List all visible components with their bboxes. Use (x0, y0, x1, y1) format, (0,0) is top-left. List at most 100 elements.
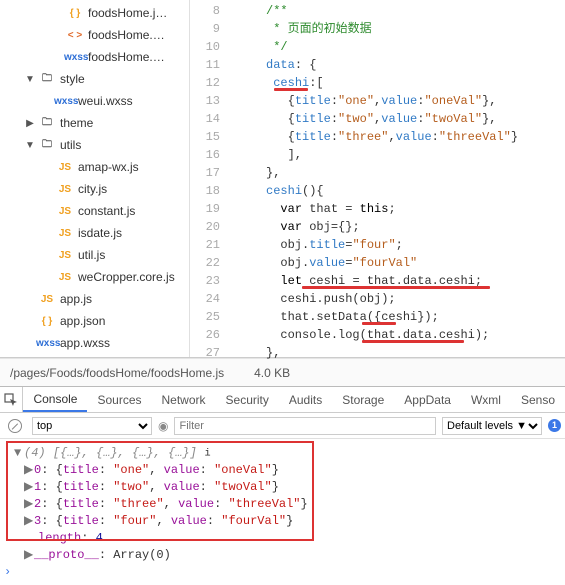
file-name: constant.js (78, 204, 135, 218)
context-select[interactable]: top (32, 417, 152, 435)
console-proto[interactable]: ▶__proto__: Array(0) (14, 547, 561, 564)
file-tree-item[interactable]: { }foodsHome.j… (0, 2, 189, 24)
file-tree-item[interactable]: JSweCropper.core.js (0, 266, 189, 288)
console-array-item[interactable]: ▶3: {title: "four", value: "fourVal"} (14, 513, 561, 530)
file-icon: 🗀 (36, 137, 58, 154)
log-level-select[interactable]: Default levels ▼ (442, 417, 542, 435)
file-tree-item[interactable]: ▼🗀style (0, 68, 189, 90)
file-name: app.json (60, 314, 105, 328)
file-path: /pages/Foods/foodsHome/foodsHome.js (10, 366, 224, 380)
eye-icon[interactable]: ◉ (158, 419, 168, 433)
file-tree-item[interactable]: JSapp.js (0, 288, 189, 310)
file-name: foodsHome.… (88, 50, 165, 64)
code-line[interactable]: {title:"three",value:"threeVal"} (230, 128, 565, 146)
red-underline (362, 340, 464, 343)
file-tree-item[interactable]: JScity.js (0, 178, 189, 200)
code-line[interactable]: }, (230, 164, 565, 182)
file-name: amap-wx.js (78, 160, 139, 174)
code-area[interactable]: /** * 页面的初始数据 */ data: { ceshi:[ {title:… (230, 0, 565, 357)
file-icon: wxss (36, 338, 58, 349)
code-line[interactable]: */ (230, 38, 565, 56)
code-line[interactable]: obj.title="four"; (230, 236, 565, 254)
file-icon: JS (54, 184, 76, 195)
red-underline (274, 88, 308, 91)
file-icon: 🗀 (36, 115, 58, 132)
code-line[interactable]: obj.value="fourVal" (230, 254, 565, 272)
file-tree-item[interactable]: { }project.config.json (0, 354, 189, 357)
line-gutter: 89101112131415161718192021222324252627 (190, 0, 230, 357)
code-line[interactable]: that.setData({ceshi}); (230, 308, 565, 326)
code-editor[interactable]: 89101112131415161718192021222324252627 /… (190, 0, 565, 357)
code-line[interactable]: ], (230, 146, 565, 164)
file-name: foodsHome.… (88, 28, 165, 42)
file-tree-item[interactable]: ▼🗀utils (0, 134, 189, 156)
clear-console-icon[interactable] (8, 419, 22, 433)
code-line[interactable]: {title:"two",value:"twoVal"}, (230, 110, 565, 128)
code-line[interactable]: }, (230, 344, 565, 362)
code-line[interactable]: /** (230, 2, 565, 20)
info-icon: i (205, 446, 211, 460)
devtools-tabs: ConsoleSourcesNetworkSecurityAuditsStora… (0, 387, 565, 413)
file-tree-item[interactable]: wxssweui.wxss (0, 90, 189, 112)
file-icon: JS (54, 250, 76, 261)
code-line[interactable]: var obj={}; (230, 218, 565, 236)
file-name: app.js (60, 292, 92, 306)
file-name: isdate.js (78, 226, 122, 240)
file-name: theme (60, 116, 93, 130)
code-line[interactable]: data: { (230, 56, 565, 74)
code-line[interactable]: ceshi.push(obj); (230, 290, 565, 308)
devtools-tab-network[interactable]: Network (152, 387, 216, 412)
red-underline (362, 322, 396, 325)
file-explorer[interactable]: { }foodsHome.j…< >foodsHome.…wxssfoodsHo… (0, 0, 190, 357)
file-icon: JS (36, 294, 58, 305)
inspect-icon[interactable] (0, 387, 23, 412)
devtools-tab-sources[interactable]: Sources (87, 387, 151, 412)
console-output[interactable]: ▼(4) [{…}, {…}, {…}, {…}] i ▶0: {title: … (0, 439, 565, 585)
file-name: foodsHome.j… (88, 6, 167, 20)
devtools-tab-wxml[interactable]: Wxml (461, 387, 511, 412)
file-size: 4.0 KB (254, 366, 290, 380)
file-icon: JS (54, 228, 76, 239)
console-array-item[interactable]: ▶1: {title: "two", value: "twoVal"} (14, 479, 561, 496)
devtools-tab-console[interactable]: Console (23, 387, 87, 412)
file-tree-item[interactable]: wxssapp.wxss (0, 332, 189, 354)
file-tree-item[interactable]: { }app.json (0, 310, 189, 332)
file-icon: 🗀 (36, 71, 58, 88)
console-prompt[interactable]: › (4, 564, 561, 581)
filter-input[interactable] (174, 417, 436, 435)
file-icon: JS (54, 272, 76, 283)
console-array-item[interactable]: ▶2: {title: "three", value: "threeVal"} (14, 496, 561, 513)
file-tree-item[interactable]: wxssfoodsHome.… (0, 46, 189, 68)
info-badge[interactable]: 1 (548, 419, 561, 432)
file-name: app.wxss (60, 336, 110, 350)
code-line[interactable]: * 页面的初始数据 (230, 20, 565, 38)
file-icon: JS (54, 206, 76, 217)
console-length: length: 4 (14, 530, 561, 547)
code-line[interactable]: ceshi(){ (230, 182, 565, 200)
red-underline (302, 286, 490, 289)
code-line[interactable]: {title:"one",value:"oneVal"}, (230, 92, 565, 110)
file-tree-item[interactable]: JSconstant.js (0, 200, 189, 222)
file-tree-item[interactable]: JSisdate.js (0, 222, 189, 244)
devtools-tab-storage[interactable]: Storage (332, 387, 394, 412)
file-name: weui.wxss (78, 94, 133, 108)
devtools-tab-audits[interactable]: Audits (279, 387, 332, 412)
file-name: util.js (78, 248, 105, 262)
devtools-tab-senso[interactable]: Senso (511, 387, 565, 412)
devtools-tab-security[interactable]: Security (216, 387, 279, 412)
console-filter-bar: top ◉ Default levels ▼ 1 (0, 413, 565, 439)
file-icon: { } (64, 8, 86, 19)
file-name: style (60, 72, 85, 86)
devtools-panel: ConsoleSourcesNetworkSecurityAuditsStora… (0, 386, 565, 585)
file-icon: < > (64, 30, 86, 41)
console-array-item[interactable]: ▶0: {title: "one", value: "oneVal"} (14, 462, 561, 479)
file-tree-item[interactable]: JSutil.js (0, 244, 189, 266)
file-tree-item[interactable]: ▶🗀theme (0, 112, 189, 134)
devtools-tab-appdata[interactable]: AppData (394, 387, 461, 412)
code-line[interactable]: var that = this; (230, 200, 565, 218)
console-array-header[interactable]: ▼(4) [{…}, {…}, {…}, {…}] i (14, 445, 561, 462)
file-tree-item[interactable]: JSamap-wx.js (0, 156, 189, 178)
file-tree-item[interactable]: < >foodsHome.… (0, 24, 189, 46)
file-name: weCropper.core.js (78, 270, 175, 284)
status-bar: /pages/Foods/foodsHome/foodsHome.js 4.0 … (0, 358, 565, 386)
